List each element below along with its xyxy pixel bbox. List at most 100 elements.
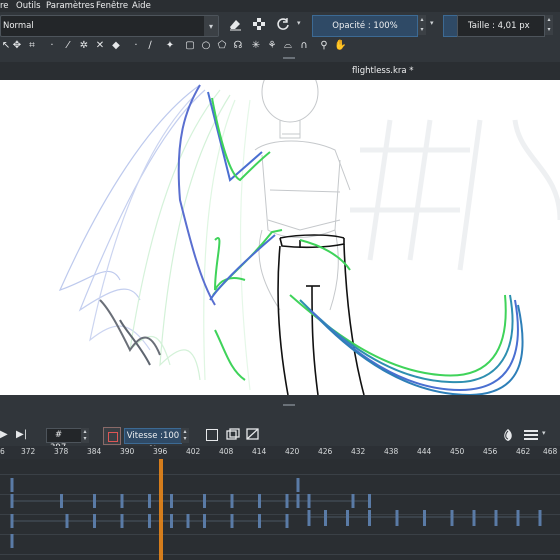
timeline-tracks[interactable] xyxy=(0,459,560,560)
duplicate-frame-icon[interactable] xyxy=(226,428,240,440)
keyframe[interactable] xyxy=(258,514,261,528)
multibrush-icon[interactable]: ✕ xyxy=(94,39,106,52)
blend-mode-select[interactable]: Normal ▾ xyxy=(0,15,219,37)
measure-icon[interactable]: ∕ xyxy=(144,39,156,52)
pan-icon[interactable]: ✋ xyxy=(334,39,346,52)
timeline-ruler[interactable]: 6 372 378 384 390 396 402 408 414 420 42… xyxy=(0,446,560,459)
panel-splitter[interactable] xyxy=(0,395,560,409)
keyframe[interactable] xyxy=(395,510,399,526)
frame-prefix: # xyxy=(55,430,63,440)
play-icon[interactable]: ▶ xyxy=(0,429,10,441)
speed-spinner[interactable]: ▴ ▾ xyxy=(181,428,189,443)
smart-patch-icon[interactable]: ✲ xyxy=(78,39,90,52)
eraser-icon[interactable] xyxy=(226,16,244,34)
add-frame-icon[interactable] xyxy=(206,429,218,441)
keyframe[interactable] xyxy=(170,494,173,508)
reload-icon[interactable] xyxy=(274,16,292,34)
alpha-lock-icon[interactable] xyxy=(250,16,268,34)
keyframe[interactable] xyxy=(93,514,96,528)
keyframe[interactable] xyxy=(148,514,151,528)
assistant-icon[interactable]: ✦ xyxy=(164,39,176,52)
fill-icon[interactable]: ◆ xyxy=(110,39,122,52)
keyframe[interactable] xyxy=(423,510,426,526)
zoom-icon[interactable]: ⚲ xyxy=(318,39,330,52)
crop-icon[interactable]: ⌗ xyxy=(26,39,38,52)
chevron-down-icon[interactable]: ▾ xyxy=(542,429,546,437)
drawing-canvas[interactable] xyxy=(0,80,560,395)
keyframe[interactable] xyxy=(10,514,14,528)
ruler-tick: 438 xyxy=(384,447,399,456)
size-spinner[interactable]: ▴ ▾ xyxy=(545,15,553,35)
size-slider[interactable]: Taille : 4,01 px xyxy=(457,15,545,37)
polygon-select-icon[interactable]: ⬠ xyxy=(216,39,228,52)
keyframe[interactable] xyxy=(296,494,300,508)
ruler-tick: 408 xyxy=(219,447,234,456)
keyframe[interactable] xyxy=(516,510,520,526)
keyframe[interactable] xyxy=(450,510,454,526)
document-tab-title[interactable]: flightless.kra * xyxy=(352,66,414,76)
menu-item-edit[interactable]: re xyxy=(0,1,9,11)
chevron-down-icon[interactable]: ▾ xyxy=(430,19,434,27)
keyframe[interactable] xyxy=(93,494,96,508)
keyframe[interactable] xyxy=(170,514,173,528)
remove-frame-icon[interactable] xyxy=(246,428,260,440)
contiguous-select-icon[interactable]: ✳ xyxy=(250,39,262,52)
playhead[interactable] xyxy=(159,459,163,560)
onion-skin-icon[interactable] xyxy=(103,427,121,445)
keyframe[interactable] xyxy=(186,514,190,528)
onion-skin-settings-icon[interactable] xyxy=(500,427,516,443)
opacity-spinner[interactable]: ▴ ▾ xyxy=(418,15,426,35)
tail-strokes xyxy=(289,239,524,395)
keyframe[interactable] xyxy=(285,494,289,508)
menu-item-window[interactable]: Fenêtre xyxy=(96,1,128,11)
keyframe[interactable] xyxy=(65,514,69,528)
keyframe[interactable] xyxy=(203,494,206,508)
keyframe[interactable] xyxy=(351,494,355,508)
splitter-handle[interactable] xyxy=(283,57,295,59)
frame-number-input[interactable]: # 397 xyxy=(46,428,82,453)
keyframe[interactable] xyxy=(258,494,261,508)
freehand-select-icon[interactable]: ☊ xyxy=(232,39,244,52)
menu-item-help[interactable]: Aide xyxy=(132,1,151,11)
menu-item-settings[interactable]: Paramètres xyxy=(46,1,94,11)
playback-speed-slider[interactable]: Vitesse :100 % xyxy=(124,428,182,455)
keyframe[interactable] xyxy=(120,494,124,508)
keyframe[interactable] xyxy=(10,534,14,548)
ellipse-select-icon[interactable]: ○ xyxy=(200,39,212,52)
hamburger-icon[interactable] xyxy=(524,428,538,442)
keyframe[interactable] xyxy=(120,514,124,528)
keyframe[interactable] xyxy=(285,514,289,528)
keyframe[interactable] xyxy=(10,478,14,492)
keyframe[interactable] xyxy=(296,478,300,492)
keyframe[interactable] xyxy=(148,494,151,508)
keyframe[interactable] xyxy=(346,510,349,526)
move-icon[interactable]: ✥ xyxy=(11,39,23,52)
keyframe[interactable] xyxy=(10,494,14,508)
keyframe[interactable] xyxy=(368,510,371,526)
keyframe[interactable] xyxy=(368,494,371,508)
keyframe[interactable] xyxy=(230,514,234,528)
keyframe[interactable] xyxy=(307,494,311,508)
opacity-slider[interactable]: Opacité : 100% xyxy=(312,15,418,37)
keyframe-layer[interactable] xyxy=(0,459,560,560)
eyedropper-icon[interactable]: ⁄ xyxy=(62,39,74,52)
rect-select-icon[interactable]: ▢ xyxy=(184,39,196,52)
keyframe[interactable] xyxy=(472,510,476,526)
bezier-select-icon[interactable]: ⌓ xyxy=(282,39,294,52)
keyframe[interactable] xyxy=(60,494,63,508)
keyframe[interactable] xyxy=(494,510,498,526)
magnetic-select-icon[interactable]: ∩ xyxy=(298,39,310,52)
keyframe[interactable] xyxy=(538,510,542,526)
splitter-handle[interactable] xyxy=(283,404,295,406)
keyframe[interactable] xyxy=(324,510,327,526)
next-frame-icon[interactable]: ▶| xyxy=(16,429,30,441)
frame-spinner[interactable]: ▴ ▾ xyxy=(81,428,89,443)
color-select-icon[interactable]: ⚘ xyxy=(266,39,278,52)
chevron-down-icon[interactable]: ▾ xyxy=(297,19,301,27)
separator-icon: · xyxy=(50,40,54,51)
brush-options-toolbar: Normal ▾ ▾ Opacité : 100% ▴ ▾ ▾ Taille : … xyxy=(0,12,560,38)
keyframe[interactable] xyxy=(230,494,234,508)
keyframe[interactable] xyxy=(203,514,206,528)
keyframe[interactable] xyxy=(307,510,311,526)
menu-item-tools[interactable]: Outils xyxy=(16,1,41,11)
